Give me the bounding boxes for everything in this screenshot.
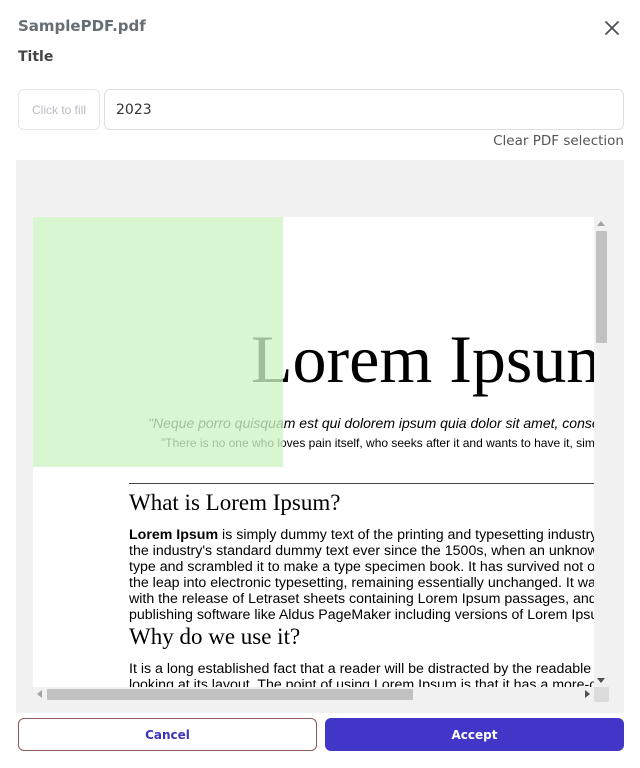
scroll-left-arrow-icon[interactable] <box>37 690 42 698</box>
pdf-paragraph-line: It is a long established fact that a rea… <box>129 661 594 677</box>
scrollbar-corner <box>594 687 609 702</box>
pdf-section-title: Why do we use it? <box>129 624 301 649</box>
vertical-scrollbar[interactable] <box>594 217 609 687</box>
scroll-down-arrow-icon[interactable] <box>597 678 605 683</box>
vertical-scroll-thumb[interactable] <box>596 231 607 343</box>
pdf-section-title: What is Lorem Ipsum? <box>129 490 341 515</box>
pdf-divider <box>129 483 594 484</box>
click-to-fill-button[interactable]: Click to fill <box>18 89 100 130</box>
pdf-paragraph-line: type and scrambled it to make a type spe… <box>129 559 594 575</box>
pdf-paragraph-line: publishing software like Aldus PageMaker… <box>129 607 594 623</box>
close-button[interactable] <box>599 15 625 41</box>
pdf-paragraph-line: the industry's standard dummy text ever … <box>129 543 594 559</box>
pdf-bold-term: Lorem Ipsum <box>129 527 219 543</box>
pdf-heading: Lorem Ipsum <box>251 321 594 397</box>
close-icon <box>605 21 619 35</box>
scroll-right-arrow-icon[interactable] <box>585 690 590 698</box>
horizontal-scroll-thumb[interactable] <box>47 689 413 700</box>
pdf-paragraph-line: looking at its layout. The point of usin… <box>129 677 594 687</box>
scroll-up-arrow-icon[interactable] <box>597 221 605 226</box>
accept-button[interactable]: Accept <box>325 718 624 751</box>
pdf-page[interactable]: Lorem Ipsum "Neque porro quisquam est qu… <box>33 217 594 687</box>
pdf-selection-highlight[interactable] <box>33 217 283 467</box>
pdf-paragraph-line: with the release of Letraset sheets cont… <box>129 591 594 607</box>
document-title: SamplePDF.pdf <box>18 17 146 35</box>
cancel-button[interactable]: Cancel <box>18 718 317 751</box>
pdf-paragraph-line: the leap into electronic typesetting, re… <box>129 575 594 591</box>
title-input[interactable] <box>104 89 624 130</box>
pdf-paragraph-line: Lorem Ipsum is simply dummy text of the … <box>129 527 594 543</box>
field-label: Title <box>18 49 54 65</box>
horizontal-scrollbar[interactable] <box>33 687 594 702</box>
clear-pdf-selection-link[interactable]: Clear PDF selection <box>493 133 624 149</box>
